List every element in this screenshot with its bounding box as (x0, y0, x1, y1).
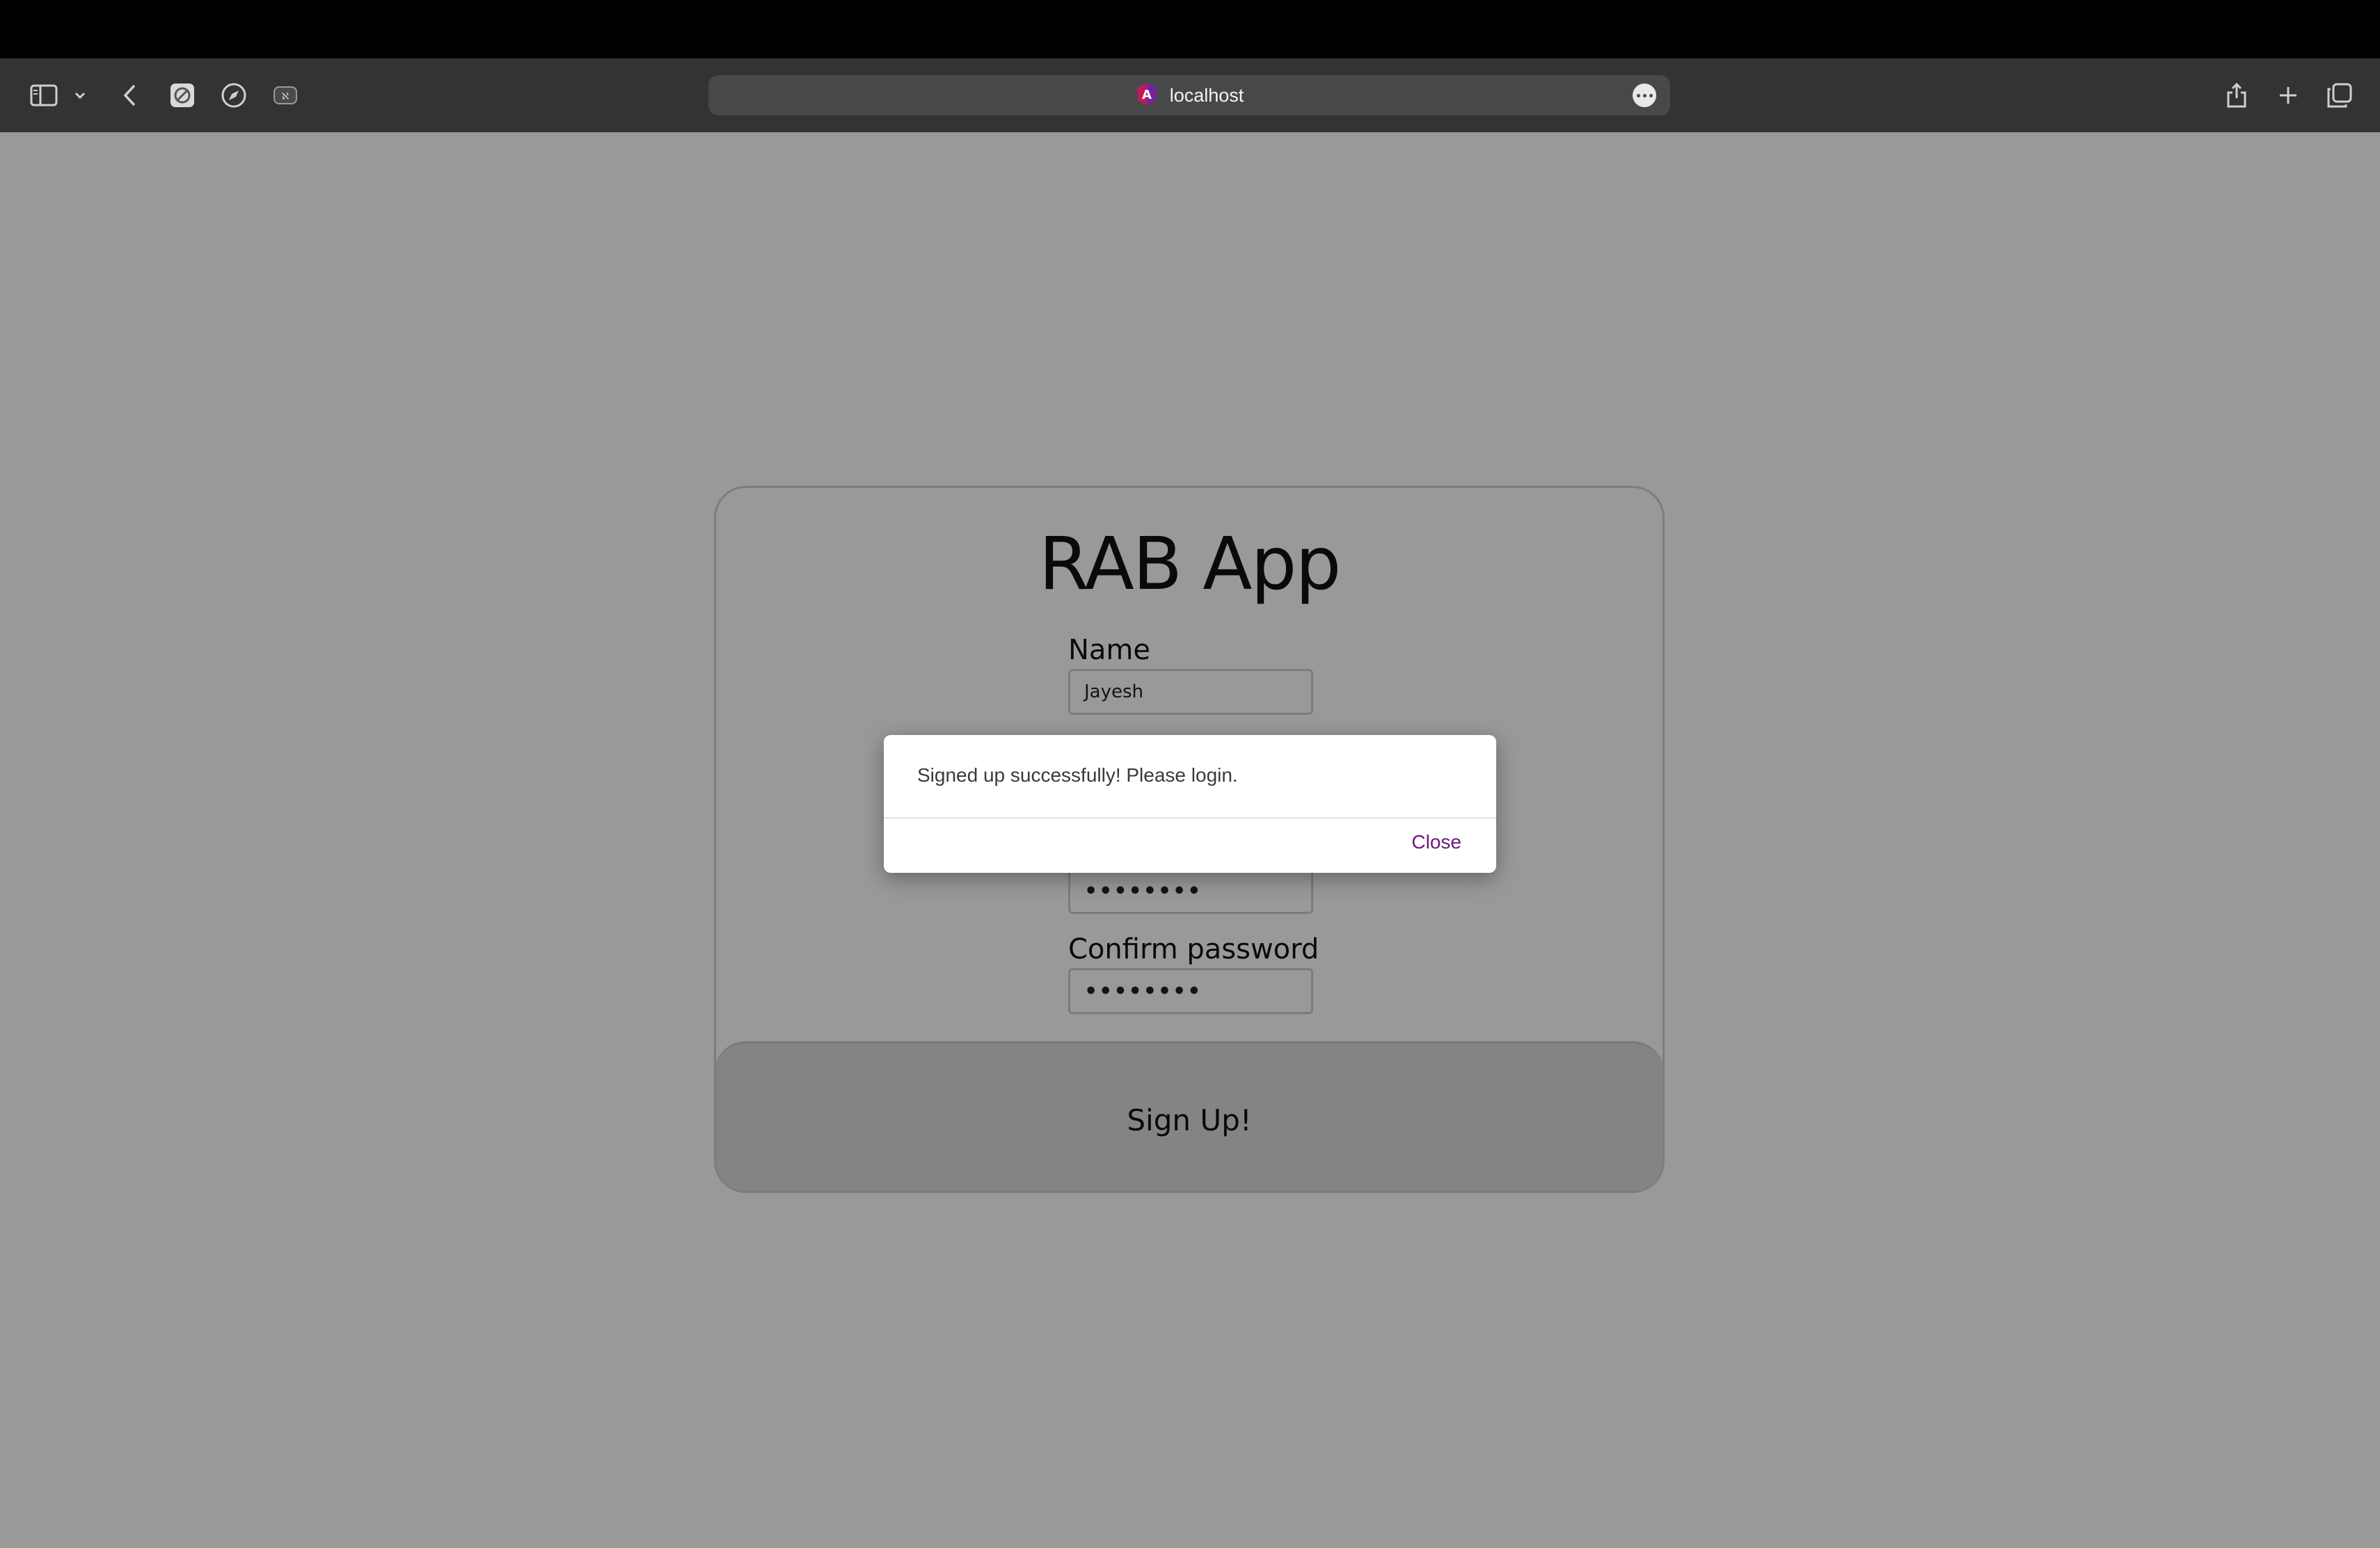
url-text: localhost (1169, 84, 1244, 106)
compass-icon[interactable] (219, 58, 249, 132)
page-content: RAB App Name Jayesh •••••••• Confirm pas… (0, 132, 2380, 1548)
dialog-divider (884, 817, 1496, 819)
system-menubar (0, 0, 2380, 58)
chevron-down-icon[interactable] (70, 58, 90, 132)
share-icon[interactable] (2221, 58, 2252, 132)
svg-text:ℵ: ℵ (282, 91, 289, 102)
address-bar[interactable]: A localhost (708, 75, 1670, 116)
privacy-icon[interactable]: ℵ (270, 58, 301, 132)
site-favicon: A (1135, 82, 1159, 109)
plus-icon[interactable] (2273, 58, 2303, 132)
tabs-icon[interactable] (2324, 58, 2355, 132)
screen: ℵ A localhost RAB App Name Jayesh ••••••… (0, 0, 2380, 1548)
browser-toolbar: ℵ A localhost (0, 58, 2380, 132)
svg-text:A: A (1142, 88, 1152, 102)
close-button[interactable]: Close (1411, 831, 1461, 853)
back-arrow-icon[interactable] (116, 58, 143, 132)
dialog-message: Signed up successfully! Please login. (917, 764, 1238, 786)
success-dialog: Signed up successfully! Please login. Cl… (884, 735, 1496, 873)
sidebar-icon[interactable] (25, 58, 63, 132)
extension-icon[interactable] (167, 58, 198, 132)
more-icon[interactable] (1633, 84, 1656, 107)
